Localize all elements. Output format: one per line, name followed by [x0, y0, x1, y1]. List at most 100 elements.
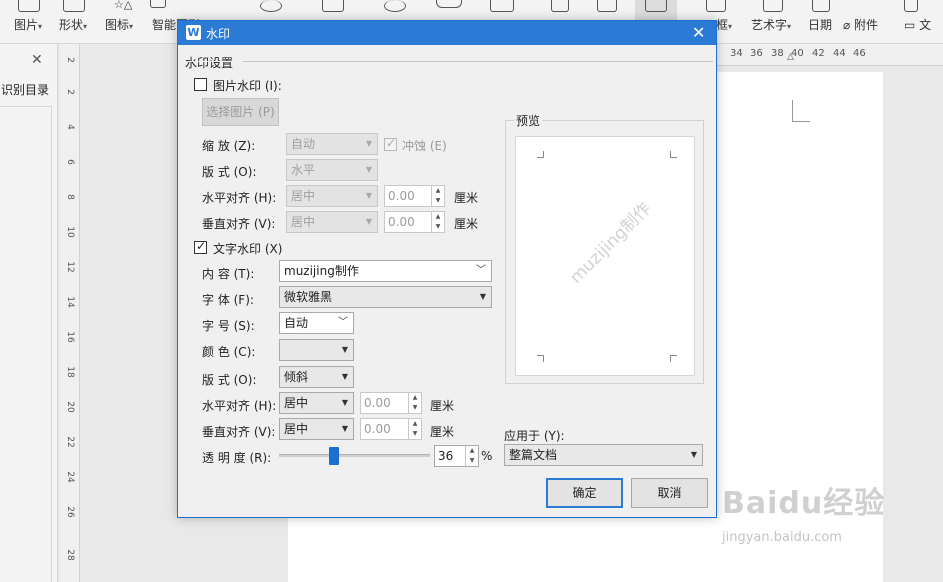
washout-checkbox[interactable]: [384, 136, 397, 151]
picture-halign-offset[interactable]: 0.00 ▲ ▼: [384, 185, 445, 207]
ruler-number: 18: [65, 366, 75, 378]
ribbon-label: 图片: [14, 18, 39, 32]
transparency-slider-track[interactable]: [279, 454, 430, 457]
watermark-dialog: W 水印 ✕ 水印设置 图片水印 (I): 选择图片 (P) 缩 放 (Z): …: [177, 20, 717, 518]
text-halign-select[interactable]: 居中 ▼: [279, 392, 354, 414]
chevron-down-icon[interactable]: ﹀: [476, 261, 486, 281]
ok-button[interactable]: 确定: [546, 478, 623, 508]
text-layout-value: 倾斜: [284, 370, 309, 384]
scale-select[interactable]: 自动 ▼: [286, 133, 378, 155]
scale-value: 自动: [291, 137, 316, 151]
text-watermark-checkbox[interactable]: [194, 239, 207, 254]
corner-mark: [537, 355, 544, 362]
select-picture-button[interactable]: 选择图片 (P): [202, 98, 279, 126]
font-value: 微软雅黑: [284, 290, 333, 304]
ruler-number: 26: [65, 506, 75, 518]
text-halign-offset[interactable]: 0.00 ▲ ▼: [360, 392, 422, 414]
chevron-down-icon: ▼: [365, 165, 372, 174]
washout-label[interactable]: 冲蚀 (E): [402, 137, 447, 154]
horizontal-ruler[interactable]: 34 36 38 40 42 44 46 △: [716, 44, 943, 66]
text-layout-select[interactable]: 倾斜 ▼: [279, 366, 354, 388]
apply-to-label: 应用于 (Y):: [504, 429, 565, 443]
divider: [51, 106, 52, 582]
scale-label: 缩 放 (Z):: [202, 139, 256, 153]
picture-icon: [18, 0, 40, 12]
baidu-url: jingyan.baidu.com: [722, 530, 842, 545]
text-watermark-label[interactable]: 文字水印 (X): [213, 240, 282, 257]
ribbon-label: 形状: [59, 18, 84, 32]
transparency-slider-thumb[interactable]: [329, 447, 339, 465]
transparency-value: 36: [438, 449, 454, 463]
size-combobox[interactable]: 自动 ﹀: [279, 312, 354, 334]
chevron-down-icon: ▼: [341, 345, 348, 354]
picture-valign-select[interactable]: 居中 ▼: [286, 211, 378, 233]
indent-marker-icon[interactable]: △: [787, 52, 794, 62]
close-icon[interactable]: ✕: [31, 52, 43, 68]
text-valign-offset[interactable]: 0.00 ▲ ▼: [360, 418, 422, 440]
corner-mark: [537, 151, 544, 158]
ribbon-label: 附件: [854, 18, 879, 32]
picture-layout-select[interactable]: 水平 ▼: [286, 159, 378, 181]
spin-arrows-icon[interactable]: ▲ ▼: [408, 393, 421, 413]
ruler-number: 42: [812, 48, 825, 59]
preview-label: 预览: [514, 112, 543, 129]
textbox-icon: [322, 0, 344, 12]
unit-label: 厘米: [454, 191, 479, 205]
icons-icon: ☆△: [114, 0, 133, 11]
ruler-number: 4: [65, 124, 75, 130]
spin-arrows-icon[interactable]: ▲ ▼: [431, 212, 444, 232]
chevron-down-icon: ▼: [341, 372, 348, 381]
chevron-down-icon[interactable]: ﹀: [338, 313, 348, 333]
comment-icon: [490, 0, 514, 12]
document-page[interactable]: [288, 512, 718, 582]
header-icon: [551, 0, 569, 12]
content-label: 内 容 (T):: [202, 267, 255, 281]
dialog-titlebar[interactable]: W 水印 ✕: [178, 21, 716, 45]
percent-label: %: [481, 449, 493, 463]
chevron-down-icon: ▼: [690, 450, 697, 459]
picture-watermark-label[interactable]: 图片水印 (I):: [213, 77, 282, 94]
spin-arrows-icon[interactable]: ▲ ▼: [465, 446, 478, 466]
picture-halign-label: 水平对齐 (H):: [202, 191, 277, 205]
ruler-number: 36: [750, 48, 763, 59]
text-valign-value: 居中: [284, 422, 309, 436]
doc-small-icon: ▭: [904, 18, 920, 32]
picture-valign-offset[interactable]: 0.00 ▲ ▼: [384, 211, 445, 233]
unit-label: 厘米: [430, 425, 455, 439]
shape-icon: [63, 0, 85, 12]
color-picker[interactable]: ▼: [279, 339, 354, 361]
picture-valign-label: 垂直对齐 (V):: [202, 217, 276, 231]
chevron-down-icon: ▼: [341, 424, 348, 433]
text-halign-label: 水平对齐 (H):: [202, 399, 277, 413]
text-valign-label: 垂直对齐 (V):: [202, 425, 276, 439]
vertical-ruler[interactable]: 2 2 4 6 8 10 12 14 16 18 20 22 24 26 28: [60, 44, 80, 582]
ruler-number: 16: [65, 331, 75, 343]
ruler-number: 38: [771, 48, 784, 59]
text-halign-value: 居中: [284, 396, 309, 410]
spin-arrows-icon[interactable]: ▲ ▼: [408, 419, 421, 439]
spin-arrows-icon[interactable]: ▲ ▼: [431, 186, 444, 206]
ruler-number: 28: [65, 549, 75, 561]
font-select[interactable]: 微软雅黑 ▼: [279, 286, 492, 308]
cancel-button[interactable]: 取消: [631, 478, 708, 508]
wps-writer-icon: W: [186, 25, 201, 40]
transparency-spinner[interactable]: 36 ▲ ▼: [434, 445, 479, 467]
divider: [0, 106, 52, 107]
toc-title[interactable]: 识别目录: [1, 81, 49, 98]
content-combobox[interactable]: muzijing制作 ﹀: [279, 260, 492, 282]
picture-watermark-checkbox[interactable]: [194, 78, 207, 91]
ribbon-label: 艺术字: [751, 18, 788, 32]
ruler-number: 34: [730, 48, 743, 59]
text-valign-select[interactable]: 居中 ▼: [279, 418, 354, 440]
watermark-icon: [645, 0, 667, 12]
picture-halign-value: 居中: [291, 189, 316, 203]
text-layout-label: 版 式 (O):: [202, 373, 257, 387]
close-icon[interactable]: ✕: [692, 23, 705, 42]
picture-halign-select[interactable]: 居中 ▼: [286, 185, 378, 207]
picture-halign-offset-value: 0.00: [388, 189, 415, 203]
ruler-number: 24: [65, 471, 75, 483]
dialog-title: 水印: [206, 27, 231, 41]
font-label: 字 体 (F):: [202, 293, 254, 307]
chevron-down-icon: ▼: [479, 292, 486, 301]
apply-to-select[interactable]: 整篇文档 ▼: [504, 444, 703, 466]
